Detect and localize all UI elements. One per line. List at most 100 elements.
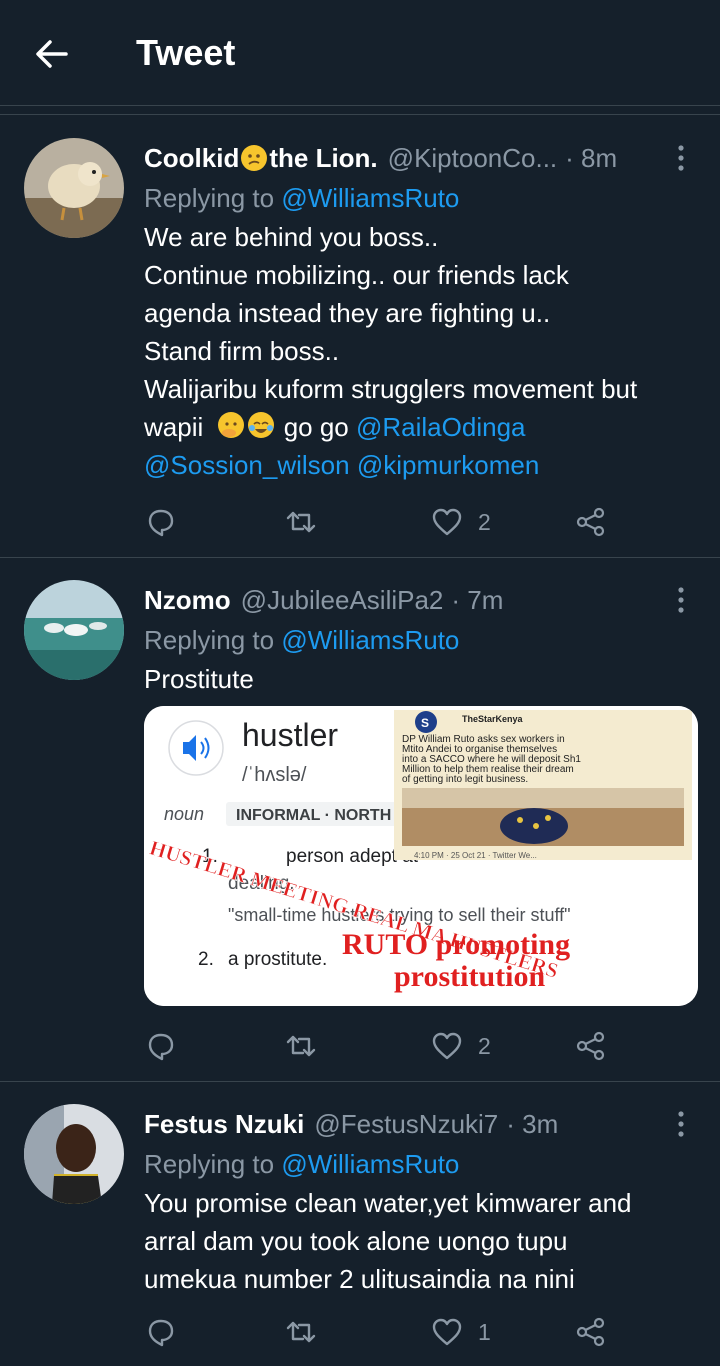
text-line: wapii go go @RailaOdinga — [144, 408, 694, 446]
more-options-icon[interactable] — [666, 580, 696, 620]
part-of-speech: noun — [164, 804, 204, 824]
like-button[interactable]: 1 — [430, 1310, 491, 1354]
tweet-text: We are behind you boss.. Continue mobili… — [144, 218, 694, 484]
text-fragment: wapii — [144, 412, 204, 442]
share-button[interactable] — [574, 1024, 608, 1068]
user-handle[interactable]: @KiptoonCo... — [388, 143, 557, 174]
tweet-text: Prostitute — [144, 660, 694, 698]
avatar[interactable] — [24, 138, 124, 238]
speaker-icon — [168, 720, 224, 776]
confused-face-emoji-icon — [241, 145, 268, 171]
avatar[interactable] — [24, 1104, 124, 1204]
svg-text:S: S — [421, 716, 429, 730]
news-line: of getting into legit business. — [402, 774, 528, 785]
page-title: Tweet — [136, 32, 236, 73]
display-name-suffix[interactable]: the Lion. — [269, 143, 377, 174]
news-time: 4:10 PM · 25 Oct 21 · Twitter We... — [414, 851, 537, 860]
timestamp[interactable]: · 7m — [451, 585, 503, 616]
reply-button[interactable] — [144, 1024, 178, 1068]
tweet-actions: 2 — [144, 1024, 644, 1068]
tweet-meta: Coolkid the Lion. @KiptoonCo... · 8m — [144, 138, 664, 178]
replying-to: Replying to @WilliamsRuto — [144, 620, 459, 660]
retweet-button[interactable] — [284, 500, 318, 544]
replying-to: Replying to @WilliamsRuto — [144, 1144, 459, 1184]
share-button[interactable] — [574, 500, 608, 544]
like-button[interactable]: 2 — [430, 1024, 491, 1068]
timestamp[interactable]: · 3m — [506, 1109, 558, 1140]
heart-icon — [432, 1032, 462, 1060]
tweet-card[interactable]: Nzomo @JubileeAsiliPa2 · 7m Replying to … — [0, 558, 720, 1082]
text-line: Walijaribu kuform strugglers movement bu… — [144, 374, 638, 404]
share-icon — [576, 1317, 605, 1347]
replying-to-label: Replying to — [144, 1148, 282, 1179]
tweet-text: You promise clean water,yet kimwarer and… — [144, 1184, 694, 1298]
hand-over-mouth-emoji-icon — [218, 412, 245, 438]
retweet-button[interactable] — [284, 1024, 318, 1068]
overlay-headline-2: prostitution — [394, 960, 545, 993]
tears-of-joy-emoji-icon — [248, 412, 275, 438]
definition-2: a prostitute. — [228, 949, 327, 970]
more-options-icon[interactable] — [666, 138, 696, 178]
text-line: Stand firm boss.. — [144, 336, 340, 366]
display-name[interactable]: Nzomo — [144, 585, 231, 616]
reply-button[interactable] — [144, 1310, 178, 1354]
replying-to-label: Replying to — [144, 182, 282, 213]
replying-to-mention[interactable]: @WilliamsRuto — [281, 183, 459, 214]
register-tag: INFORMAL · NORTH — [236, 807, 391, 824]
avatar[interactable] — [24, 580, 124, 680]
text-line: Continue mobilizing.. our friends lack — [144, 260, 569, 290]
display-name[interactable]: Festus Nzuki — [144, 1109, 304, 1140]
like-count: 2 — [478, 1032, 491, 1059]
back-arrow-icon[interactable] — [32, 34, 72, 74]
overlay-headline-1: RUTO promoting — [342, 928, 570, 961]
news-source: TheStarKenya — [462, 714, 524, 724]
retweet-icon — [286, 1035, 316, 1057]
like-count: 2 — [478, 508, 491, 535]
tweet-thread-screen: Tweet Coolkid the Lion. @KiptoonCo... · … — [0, 0, 720, 1366]
mention-link[interactable]: @Sossion_wilson — [144, 450, 350, 480]
text-line: You promise clean water,yet kimwarer and — [144, 1188, 632, 1218]
dictionary-word: hustler — [242, 717, 338, 753]
user-handle[interactable]: @FestusNzuki7 — [314, 1109, 498, 1140]
share-icon — [576, 507, 605, 537]
mention-link[interactable]: @kipmurkomen — [357, 450, 539, 480]
heart-icon — [432, 1318, 462, 1346]
retweet-button[interactable] — [284, 1310, 318, 1354]
replying-to-label: Replying to — [144, 624, 282, 655]
tweet-media-image[interactable]: hustler /ˈhʌslə/ noun INFORMAL · NORTH 1… — [144, 706, 698, 1006]
tweet-actions: 1 — [144, 1310, 644, 1354]
text-line: @Sossion_wilson @kipmurkomen — [144, 446, 694, 484]
like-count: 1 — [478, 1318, 491, 1345]
heart-icon — [432, 508, 462, 536]
reply-icon — [148, 509, 174, 537]
more-options-icon[interactable] — [666, 1104, 696, 1144]
text-line: arral dam you took alone uongo tupu — [144, 1226, 568, 1256]
reply-icon — [148, 1033, 174, 1061]
share-button[interactable] — [574, 1310, 608, 1354]
mention-link[interactable]: @RailaOdinga — [356, 412, 525, 442]
like-button[interactable]: 2 — [430, 500, 491, 544]
user-handle[interactable]: @JubileeAsiliPa2 — [241, 585, 444, 616]
text-line: We are behind you boss.. — [144, 222, 439, 252]
retweet-icon — [286, 1321, 316, 1343]
tweet-meta: Festus Nzuki @FestusNzuki7 · 3m — [144, 1104, 664, 1144]
share-icon — [576, 1031, 605, 1061]
replying-to-mention[interactable]: @WilliamsRuto — [281, 1149, 459, 1180]
text-line: umekua number 2 ulitusaindia na nini — [144, 1264, 575, 1294]
retweet-icon — [286, 511, 316, 533]
display-name[interactable]: Coolkid — [144, 143, 239, 174]
top-bar: Tweet — [0, 0, 720, 106]
tweet-card[interactable]: Festus Nzuki @FestusNzuki7 · 3m Replying… — [0, 1082, 720, 1366]
reply-icon — [148, 1319, 174, 1347]
tweet-card[interactable]: Coolkid the Lion. @KiptoonCo... · 8m Rep… — [0, 116, 720, 558]
tweet-meta: Nzomo @JubileeAsiliPa2 · 7m — [144, 580, 664, 620]
divider — [0, 106, 720, 115]
text-fragment: go go — [276, 412, 356, 442]
text-line: agenda instead they are fighting u.. — [144, 298, 551, 328]
timestamp[interactable]: · 8m — [565, 143, 617, 174]
replying-to-mention[interactable]: @WilliamsRuto — [281, 625, 459, 656]
text-line: Prostitute — [144, 664, 254, 694]
reply-button[interactable] — [144, 500, 178, 544]
definition-2-number: 2. — [198, 949, 214, 970]
replying-to: Replying to @WilliamsRuto — [144, 178, 459, 218]
